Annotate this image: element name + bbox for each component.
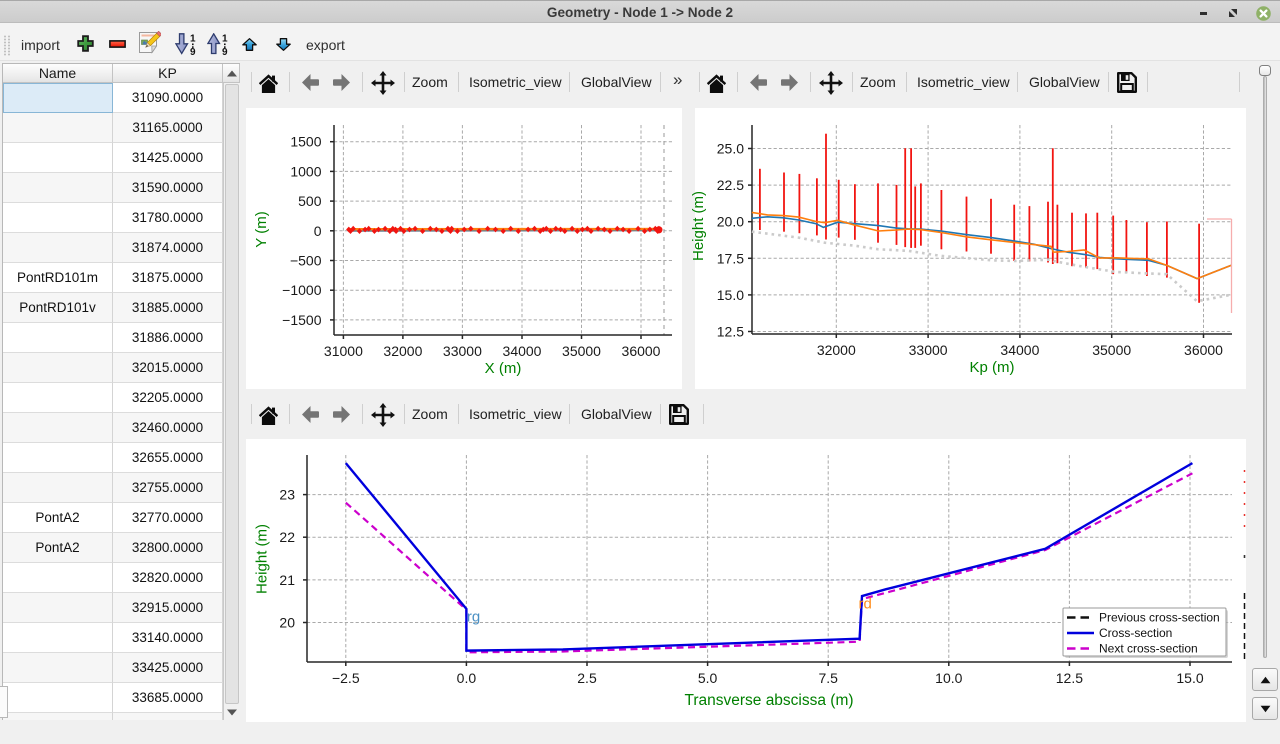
svg-text:20: 20 (279, 615, 295, 631)
svg-text:Height (m): Height (m) (254, 524, 271, 594)
svg-text:2.5: 2.5 (577, 670, 597, 686)
svg-text:36000: 36000 (622, 343, 661, 359)
svg-text:36000: 36000 (1184, 342, 1223, 358)
svg-text:31000: 31000 (324, 343, 363, 359)
svg-text:32000: 32000 (817, 342, 856, 358)
svg-text:34000: 34000 (1000, 342, 1039, 358)
svg-text:9: 9 (222, 47, 228, 55)
svg-text:33000: 33000 (909, 342, 948, 358)
svg-text:22.5: 22.5 (717, 177, 744, 193)
svg-text:9: 9 (190, 47, 196, 55)
svg-text:500: 500 (298, 193, 322, 209)
svg-text:Y (m): Y (m) (253, 211, 270, 247)
svg-text:Height (m): Height (m) (690, 191, 707, 261)
svg-text:Kp (m): Kp (m) (970, 359, 1015, 376)
svg-text:−1500: −1500 (282, 312, 322, 328)
svg-text:0: 0 (314, 223, 322, 239)
svg-text:Next cross-section: Next cross-section (1099, 642, 1198, 656)
svg-text:1000: 1000 (290, 163, 321, 179)
svg-text:Cross-section: Cross-section (1099, 626, 1172, 640)
svg-text:−2.5: −2.5 (332, 670, 360, 686)
svg-text:Transverse abscissa (m): Transverse abscissa (m) (684, 692, 853, 709)
svg-text:32000: 32000 (383, 343, 422, 359)
svg-text:10.0: 10.0 (935, 670, 962, 686)
svg-text:35000: 35000 (562, 343, 601, 359)
svg-text:rd: rd (859, 596, 872, 613)
svg-text:−500: −500 (290, 253, 322, 269)
svg-text:1: 1 (222, 34, 228, 45)
svg-text:15.0: 15.0 (717, 287, 744, 303)
svg-text:X (m): X (m) (485, 360, 522, 377)
svg-text:35000: 35000 (1092, 342, 1131, 358)
svg-text:20.0: 20.0 (717, 214, 744, 230)
svg-text:21: 21 (279, 572, 295, 588)
svg-text:5.0: 5.0 (698, 670, 718, 686)
svg-text:15.0: 15.0 (1176, 670, 1203, 686)
svg-text:12.5: 12.5 (1056, 670, 1083, 686)
svg-text:7.5: 7.5 (818, 670, 838, 686)
svg-text:1: 1 (190, 34, 196, 45)
svg-text:25.0: 25.0 (717, 141, 744, 157)
svg-text:rg: rg (467, 608, 480, 625)
svg-text:0.0: 0.0 (457, 670, 477, 686)
svg-text:17.5: 17.5 (717, 250, 744, 266)
svg-text:1500: 1500 (290, 134, 321, 150)
svg-text:34000: 34000 (503, 343, 542, 359)
svg-text:23: 23 (279, 487, 295, 503)
svg-text:12.5: 12.5 (717, 324, 744, 340)
svg-text:33000: 33000 (443, 343, 482, 359)
svg-text:Previous cross-section: Previous cross-section (1099, 611, 1220, 625)
svg-text:22: 22 (279, 529, 295, 545)
svg-text:−1000: −1000 (282, 282, 322, 298)
